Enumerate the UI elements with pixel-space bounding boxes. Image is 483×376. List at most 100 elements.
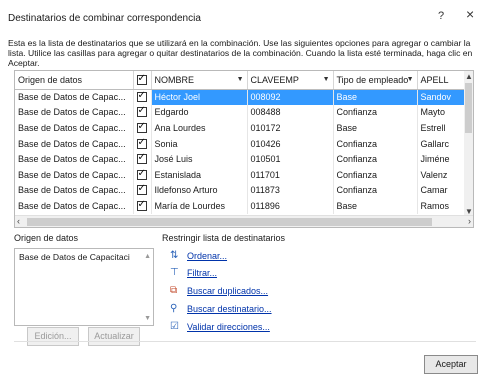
refine-list-label: Restringir lista de destinatarios: [162, 233, 286, 243]
update-button[interactable]: Actualizar: [88, 327, 140, 346]
scroll-right-icon[interactable]: ›: [468, 216, 471, 226]
cell-type: Confianza: [333, 182, 418, 199]
cell-name: Héctor Joel: [151, 89, 248, 105]
validate-addresses-link[interactable]: Validar direcciones...: [187, 322, 270, 332]
horizontal-scrollbar[interactable]: ‹ ›: [15, 215, 473, 227]
row-checkbox[interactable]: [136, 137, 147, 149]
cell-checkbox[interactable]: [133, 166, 152, 183]
mail-merge-recipients-dialog: Destinatarios de combinar correspondenci…: [0, 0, 483, 376]
cell-checkbox[interactable]: [133, 89, 152, 105]
row-checkbox[interactable]: [136, 105, 147, 118]
table-row[interactable]: Base de Datos de Capac... Ildefonso Artu…: [15, 182, 468, 199]
table-row[interactable]: Base de Datos de Capac... Estanislada 01…: [15, 166, 468, 183]
col-header-last[interactable]: APELL: [417, 71, 468, 90]
cell-name: Ildefonso Arturo: [151, 182, 248, 199]
cell-last: Estrell: [417, 120, 468, 136]
find-duplicates-link[interactable]: Buscar duplicados...: [187, 286, 268, 296]
duplicates-icon: ⧉: [170, 285, 178, 296]
cell-source: Base de Datos de Capac...: [15, 89, 134, 105]
cell-name: María de Lourdes: [151, 198, 248, 214]
table-row[interactable]: Base de Datos de Capac... José Luis 0105…: [15, 151, 468, 167]
cell-last: Valenz: [417, 166, 468, 183]
cell-checkbox[interactable]: [133, 151, 152, 167]
table-row[interactable]: Base de Datos de Capac... Ana Lourdes 01…: [15, 120, 468, 136]
cell-last: Gallarc: [417, 135, 468, 152]
cell-name: José Luis: [151, 151, 248, 167]
source-panel-label: Origen de datos: [14, 233, 79, 243]
table-row[interactable]: Base de Datos de Capac... Sonia 010426 C…: [15, 135, 468, 152]
cell-key: 011873: [247, 182, 334, 199]
table-row[interactable]: Base de Datos de Capac... María de Lourd…: [15, 198, 468, 214]
cell-source: Base de Datos de Capac...: [15, 120, 134, 136]
row-checkbox[interactable]: [136, 199, 147, 211]
cell-name: Sonia: [151, 135, 248, 152]
col-header-name[interactable]: NOMBRE ▼: [151, 71, 248, 90]
table-row[interactable]: Base de Datos de Capac... Héctor Joel 00…: [15, 89, 468, 105]
col-header-key[interactable]: CLAVEEMP ▼: [247, 71, 334, 90]
col-header-source[interactable]: Origen de datos: [15, 71, 134, 90]
row-checkbox[interactable]: [136, 152, 147, 165]
help-button[interactable]: ?: [438, 10, 444, 22]
col-header-checkbox[interactable]: [133, 71, 152, 90]
table-row[interactable]: Base de Datos de Capac... Edgardo 008488…: [15, 104, 468, 121]
data-source-list[interactable]: Base de Datos de Capacitaci ▲ ▼: [14, 248, 154, 326]
cell-type: Base: [333, 120, 418, 136]
cell-key: 010501: [247, 151, 334, 167]
dialog-title: Destinatarios de combinar correspondenci…: [8, 13, 201, 24]
scroll-left-icon[interactable]: ‹: [17, 216, 20, 226]
scroll-down-icon[interactable]: ▼: [144, 315, 151, 322]
row-checkbox[interactable]: [136, 90, 147, 103]
vertical-scroll-thumb[interactable]: [465, 83, 472, 133]
cell-checkbox[interactable]: [133, 198, 152, 214]
sort-icon: ⇅: [170, 250, 179, 261]
cell-type: Confianza: [333, 135, 418, 152]
cell-key: 008488: [247, 104, 334, 121]
cell-type: Confianza: [333, 166, 418, 183]
ok-button[interactable]: Aceptar: [424, 355, 478, 374]
chevron-down-icon[interactable]: ▼: [323, 76, 330, 83]
sort-link[interactable]: Ordenar...: [187, 251, 227, 261]
cell-type: Base: [333, 198, 418, 214]
scroll-up-icon[interactable]: ▲: [465, 72, 473, 81]
scroll-up-icon[interactable]: ▲: [144, 253, 151, 260]
cell-name: Edgardo: [151, 104, 248, 121]
cell-type: Base: [333, 89, 418, 105]
horizontal-scroll-thumb[interactable]: [27, 218, 432, 226]
cell-last: Ramos: [417, 198, 468, 214]
cell-name: Estanislada: [151, 166, 248, 183]
col-header-type[interactable]: Tipo de empleado ▼: [333, 71, 418, 90]
filter-icon: ⊤: [170, 267, 179, 278]
vertical-scrollbar[interactable]: ▲ ▼: [464, 71, 473, 217]
cell-type: Confianza: [333, 151, 418, 167]
cell-source: Base de Datos de Capac...: [15, 135, 134, 152]
data-source-item[interactable]: Base de Datos de Capacitaci: [19, 252, 149, 262]
edit-button[interactable]: Edición...: [27, 327, 79, 346]
find-recipient-link[interactable]: Buscar destinatario...: [187, 304, 272, 314]
filter-link[interactable]: Filtrar...: [187, 268, 217, 278]
cell-source: Base de Datos de Capac...: [15, 198, 134, 214]
cell-checkbox[interactable]: [133, 120, 152, 136]
row-checkbox[interactable]: [136, 183, 147, 196]
col-header-key-label: CLAVEEMP: [250, 74, 299, 85]
cell-checkbox[interactable]: [133, 135, 152, 152]
chevron-down-icon[interactable]: ▼: [407, 76, 414, 83]
cell-key: 011701: [247, 166, 334, 183]
chevron-down-icon[interactable]: ▼: [237, 76, 244, 83]
footer-divider: [14, 341, 476, 342]
cell-checkbox[interactable]: [133, 182, 152, 199]
cell-last: Jiméne: [417, 151, 468, 167]
col-header-name-label: NOMBRE: [154, 74, 195, 85]
cell-source: Base de Datos de Capac...: [15, 151, 134, 167]
row-checkbox[interactable]: [136, 168, 147, 180]
row-checkbox[interactable]: [136, 121, 147, 133]
cell-checkbox[interactable]: [133, 104, 152, 121]
cell-last: Sandov: [417, 89, 468, 105]
cell-source: Base de Datos de Capac...: [15, 166, 134, 183]
cell-key: 010172: [247, 120, 334, 136]
cell-key: 011896: [247, 198, 334, 214]
cell-type: Confianza: [333, 104, 418, 121]
close-button[interactable]: ×: [466, 6, 474, 22]
recipients-grid[interactable]: Origen de datos NOMBRE ▼ CLAVEEMP ▼ Tipo d…: [14, 70, 474, 228]
select-all-checkbox[interactable]: [136, 73, 147, 85]
dialog-description: Esta es la lista de destinatarios que se…: [8, 38, 473, 68]
